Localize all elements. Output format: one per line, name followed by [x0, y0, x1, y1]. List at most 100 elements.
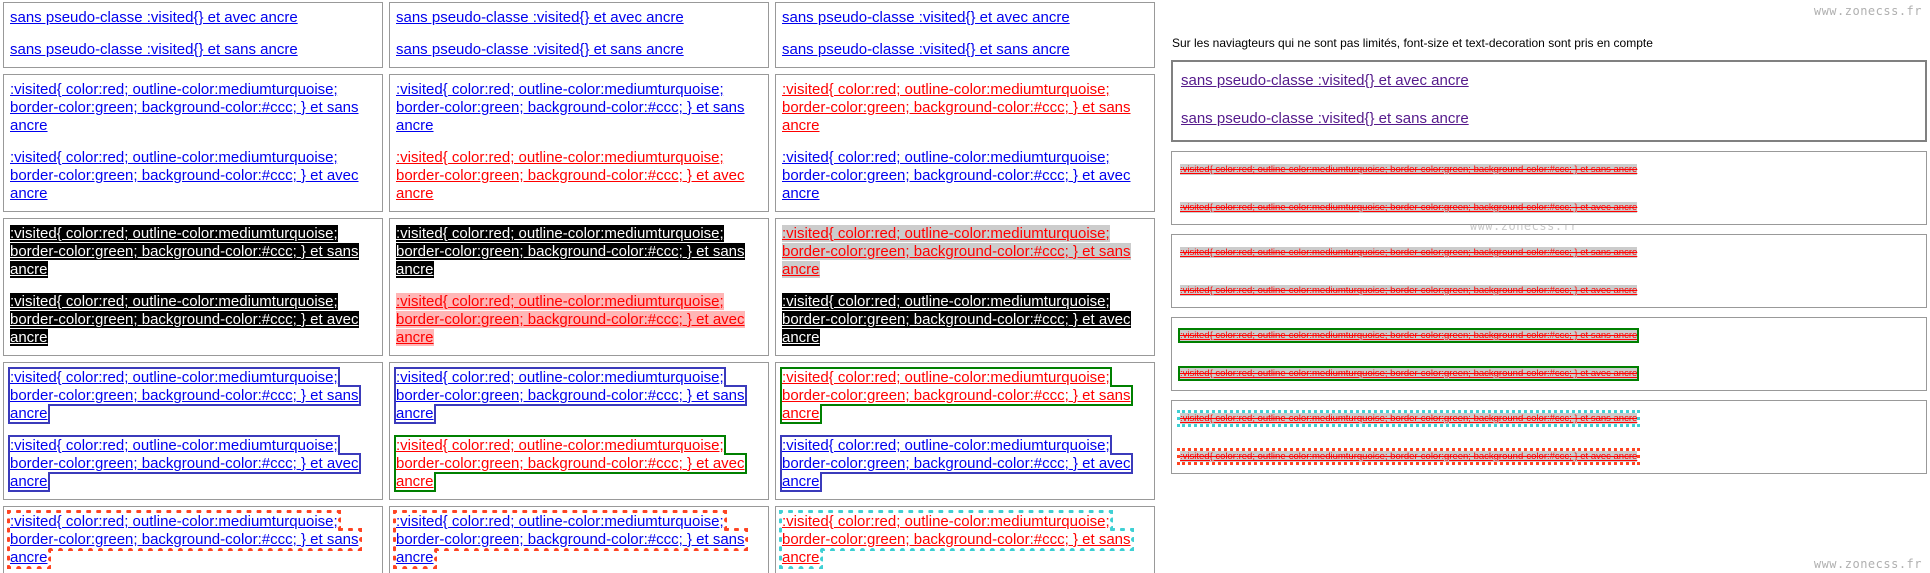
demo-link-noanchor: :visited{ color:red; outline-color:mediu…	[1176, 410, 1641, 427]
demo-line: sans pseudo-classe :visited{} et sans an…	[1181, 110, 1917, 128]
demo-link-anchor[interactable]: :visited{ color:red; outline-color:mediu…	[1180, 202, 1638, 213]
demo-line: :visited{ color:red; outline-color:mediu…	[1180, 242, 1918, 260]
demo-line: :visited{ color:red; outline-color:mediu…	[396, 225, 762, 279]
column-container: sans pseudo-classe :visited{} et avec an…	[0, 0, 1930, 573]
demo-link-anchor[interactable]: :visited{ color:red; outline-color:mediu…	[10, 149, 359, 202]
demo-link-noanchor: :visited{ color:red; outline-color:mediu…	[8, 367, 361, 424]
demo-link-anchor[interactable]: :visited{ color:red; outline-color:mediu…	[782, 149, 1131, 202]
demo-link-noanchor: sans pseudo-classe :visited{} et sans an…	[10, 41, 298, 58]
demo-link-noanchor: :visited{ color:red; outline-color:mediu…	[1180, 164, 1638, 175]
demo-box: :visited{ color:red; outline-color:mediu…	[389, 506, 769, 573]
demo-line: :visited{ color:red; outline-color:mediu…	[8, 435, 376, 492]
demo-link-anchor[interactable]: sans pseudo-classe :visited{} et avec an…	[10, 9, 298, 26]
demo-box: :visited{ color:red; outline-color:mediu…	[1171, 234, 1927, 308]
demo-link-noanchor: :visited{ color:red; outline-color:mediu…	[393, 510, 748, 569]
demo-line: :visited{ color:red; outline-color:mediu…	[782, 81, 1148, 135]
demo-line: :visited{ color:red; outline-color:mediu…	[1176, 446, 1918, 465]
demo-box: :visited{ color:red; outline-color:mediu…	[1171, 400, 1927, 474]
demo-link-anchor[interactable]: sans pseudo-classe :visited{} et avec an…	[1181, 72, 1469, 89]
demo-line: :visited{ color:red; outline-color:mediu…	[1180, 159, 1918, 177]
demo-link-noanchor: :visited{ color:red; outline-color:mediu…	[10, 81, 359, 134]
demo-link-anchor[interactable]: :visited{ color:red; outline-color:mediu…	[10, 293, 359, 346]
demo-link-anchor[interactable]: :visited{ color:red; outline-color:mediu…	[1176, 448, 1641, 465]
browser-column-2: sans pseudo-classe :visited{} et avec an…	[386, 0, 772, 573]
demo-box: :visited{ color:red; outline-color:mediu…	[389, 362, 769, 500]
demo-link-anchor[interactable]: sans pseudo-classe :visited{} et avec an…	[782, 9, 1070, 26]
demo-box: sans pseudo-classe :visited{} et avec an…	[3, 2, 383, 68]
demo-line: :visited{ color:red; outline-color:mediu…	[782, 149, 1148, 203]
demo-line: :visited{ color:red; outline-color:mediu…	[780, 367, 1148, 424]
demo-line: :visited{ color:red; outline-color:mediu…	[8, 367, 376, 424]
demo-link-noanchor: :visited{ color:red; outline-color:mediu…	[780, 367, 1133, 424]
demo-box: :visited{ color:red; outline-color:mediu…	[775, 218, 1155, 356]
demo-link-anchor[interactable]: :visited{ color:red; outline-color:mediu…	[396, 293, 745, 346]
demo-box: :visited{ color:red; outline-color:mediu…	[3, 506, 383, 573]
demo-line: sans pseudo-classe :visited{} et sans an…	[782, 41, 1148, 59]
demo-box: :visited{ color:red; outline-color:mediu…	[3, 74, 383, 212]
demo-link-noanchor: :visited{ color:red; outline-color:mediu…	[1180, 247, 1638, 258]
demo-link-noanchor: :visited{ color:red; outline-color:mediu…	[396, 81, 745, 134]
demo-line: sans pseudo-classe :visited{} et avec an…	[396, 9, 762, 27]
demo-link-noanchor: :visited{ color:red; outline-color:mediu…	[782, 225, 1131, 278]
demo-line: :visited{ color:red; outline-color:mediu…	[1180, 197, 1918, 215]
demo-box: :visited{ color:red; outline-color:mediu…	[389, 218, 769, 356]
demo-line: sans pseudo-classe :visited{} et sans an…	[396, 41, 762, 59]
demo-line: :visited{ color:red; outline-color:mediu…	[782, 225, 1148, 279]
demo-box: :visited{ color:red; outline-color:mediu…	[1171, 151, 1927, 225]
demo-line: sans pseudo-classe :visited{} et avec an…	[782, 9, 1148, 27]
note-text: Sur les naviagteurs qui ne sont pas limi…	[1172, 36, 1653, 50]
demo-link-noanchor: :visited{ color:red; outline-color:mediu…	[779, 510, 1134, 569]
demo-box: :visited{ color:red; outline-color:mediu…	[1171, 317, 1927, 391]
demo-line: :visited{ color:red; outline-color:mediu…	[782, 293, 1148, 347]
demo-link-anchor[interactable]: :visited{ color:red; outline-color:mediu…	[8, 435, 361, 492]
demo-line: :visited{ color:red; outline-color:mediu…	[10, 293, 376, 347]
browser-column-3: sans pseudo-classe :visited{} et avec an…	[772, 0, 1158, 573]
demo-link-noanchor: :visited{ color:red; outline-color:mediu…	[7, 510, 362, 569]
demo-line: :visited{ color:red; outline-color:mediu…	[7, 510, 376, 569]
demo-line: :visited{ color:red; outline-color:mediu…	[779, 510, 1148, 569]
demo-link-noanchor: sans pseudo-classe :visited{} et sans an…	[1181, 110, 1469, 127]
demo-link-anchor[interactable]: :visited{ color:red; outline-color:mediu…	[1180, 285, 1638, 296]
demo-box: :visited{ color:red; outline-color:mediu…	[389, 74, 769, 212]
demo-link-noanchor: sans pseudo-classe :visited{} et sans an…	[782, 41, 1070, 58]
demo-line: :visited{ color:red; outline-color:mediu…	[10, 149, 376, 203]
demo-link-anchor[interactable]: :visited{ color:red; outline-color:mediu…	[780, 435, 1133, 492]
demo-line: :visited{ color:red; outline-color:mediu…	[396, 293, 762, 347]
browser-column-1: sans pseudo-classe :visited{} et avec an…	[0, 0, 386, 573]
demo-box: sans pseudo-classe :visited{} et avec an…	[389, 2, 769, 68]
demo-link-anchor[interactable]: :visited{ color:red; outline-color:mediu…	[396, 149, 745, 202]
page-root: www.zonecss.fr www.zonecss.fr www.zonecs…	[0, 0, 1930, 573]
demo-line: :visited{ color:red; outline-color:mediu…	[1177, 325, 1918, 343]
demo-box: :visited{ color:red; outline-color:mediu…	[775, 506, 1155, 573]
demo-line: :visited{ color:red; outline-color:mediu…	[394, 367, 762, 424]
demo-link-anchor[interactable]: :visited{ color:red; outline-color:mediu…	[394, 435, 747, 492]
demo-link-noanchor: :visited{ color:red; outline-color:mediu…	[1177, 328, 1640, 343]
demo-link-noanchor: :visited{ color:red; outline-color:mediu…	[394, 367, 747, 424]
demo-line: :visited{ color:red; outline-color:mediu…	[393, 510, 762, 569]
demo-box: :visited{ color:red; outline-color:mediu…	[3, 362, 383, 500]
demo-line: :visited{ color:red; outline-color:mediu…	[1176, 408, 1918, 427]
demo-line: :visited{ color:red; outline-color:mediu…	[396, 149, 762, 203]
demo-link-noanchor: :visited{ color:red; outline-color:mediu…	[782, 81, 1131, 134]
demo-link-noanchor: :visited{ color:red; outline-color:mediu…	[10, 225, 359, 278]
demo-line: sans pseudo-classe :visited{} et sans an…	[10, 41, 376, 59]
demo-box: :visited{ color:red; outline-color:mediu…	[3, 218, 383, 356]
demo-line: :visited{ color:red; outline-color:mediu…	[1180, 280, 1918, 298]
demo-link-anchor[interactable]: :visited{ color:red; outline-color:mediu…	[782, 293, 1131, 346]
demo-line: :visited{ color:red; outline-color:mediu…	[10, 225, 376, 279]
demo-link-noanchor: :visited{ color:red; outline-color:mediu…	[396, 225, 745, 278]
browser-column-4: Sur les naviagteurs qui ne sont pas limi…	[1158, 0, 1930, 483]
demo-line: :visited{ color:red; outline-color:mediu…	[396, 81, 762, 135]
demo-line: sans pseudo-classe :visited{} et avec an…	[1181, 72, 1917, 90]
demo-link-anchor[interactable]: sans pseudo-classe :visited{} et avec an…	[396, 9, 684, 26]
demo-line: :visited{ color:red; outline-color:mediu…	[1177, 363, 1918, 381]
demo-line: :visited{ color:red; outline-color:mediu…	[394, 435, 762, 492]
demo-box: sans pseudo-classe :visited{} et avec an…	[775, 2, 1155, 68]
demo-link-anchor[interactable]: :visited{ color:red; outline-color:mediu…	[1177, 366, 1640, 381]
demo-line: :visited{ color:red; outline-color:mediu…	[780, 435, 1148, 492]
demo-box: :visited{ color:red; outline-color:mediu…	[775, 362, 1155, 500]
demo-link-noanchor: sans pseudo-classe :visited{} et sans an…	[396, 41, 684, 58]
demo-box: sans pseudo-classe :visited{} et avec an…	[1171, 60, 1927, 142]
demo-line: :visited{ color:red; outline-color:mediu…	[10, 81, 376, 135]
demo-line: sans pseudo-classe :visited{} et avec an…	[10, 9, 376, 27]
